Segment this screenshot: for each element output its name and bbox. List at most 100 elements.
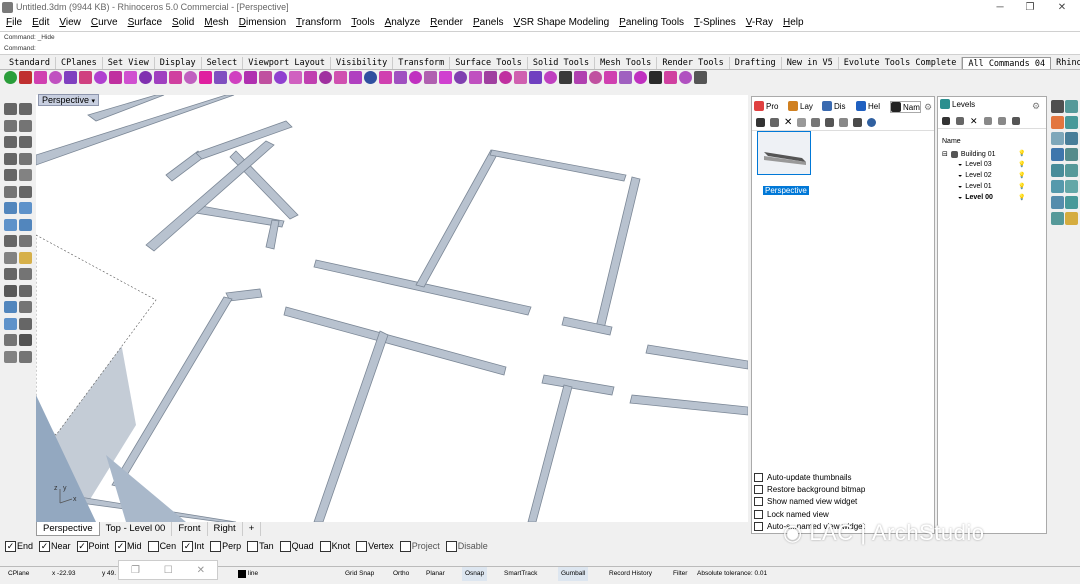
eye-icon[interactable] <box>839 118 849 127</box>
option-checkbox[interactable] <box>754 497 763 507</box>
toolbar-tab-select[interactable]: Select <box>202 57 244 69</box>
option-restore-background-bitmap[interactable]: Restore background bitmap <box>754 485 865 495</box>
layer-item[interactable]: ◒ Level 02 <box>958 172 992 179</box>
edit-view-icon[interactable] <box>770 118 779 127</box>
new-sublayer-icon[interactable] <box>956 117 964 125</box>
project-icon[interactable] <box>334 71 347 84</box>
sync-icon[interactable] <box>825 118 835 127</box>
menu-tools[interactable]: Tools <box>351 16 374 30</box>
close-icon[interactable]: ✕ <box>197 565 205 576</box>
home-icon[interactable] <box>1051 164 1064 177</box>
menu-surface[interactable]: Surface <box>128 16 162 30</box>
menu-vsr-shape-modeling[interactable]: VSR Shape Modeling <box>514 16 610 30</box>
render-icon[interactable] <box>4 350 17 363</box>
osnap-project[interactable]: Project <box>399 538 440 554</box>
layer-color-swatch[interactable] <box>238 570 246 578</box>
patch-icon[interactable] <box>214 71 227 84</box>
osnap-cen[interactable]: Cen <box>147 538 176 554</box>
lock-icon[interactable] <box>649 71 662 84</box>
osnap-disable[interactable]: Disable <box>445 538 488 554</box>
osnap-disable-checkbox[interactable] <box>445 541 457 553</box>
osnap-quad-checkbox[interactable] <box>279 541 291 553</box>
twist-icon[interactable] <box>499 71 512 84</box>
join-icon[interactable] <box>4 268 17 280</box>
rotate-icon[interactable] <box>409 71 422 84</box>
layer-item[interactable]: ◒ Level 03 <box>958 161 992 168</box>
toolbar-tab-viewport-layout[interactable]: Viewport Layout <box>243 57 332 69</box>
shell-icon[interactable] <box>274 71 287 84</box>
rhino-app-icon[interactable] <box>2 2 13 13</box>
lightbulb-icon[interactable]: 💡 <box>1018 173 1025 179</box>
analyze-icon[interactable] <box>694 71 707 84</box>
levels-tab[interactable]: Levels <box>940 99 976 109</box>
cage-icon[interactable] <box>544 71 557 84</box>
extrude-icon[interactable] <box>94 71 107 84</box>
polygon-icon[interactable] <box>19 152 32 165</box>
layout-icon[interactable] <box>1065 132 1078 145</box>
material-icon[interactable] <box>574 71 587 84</box>
extrude-icon[interactable] <box>19 218 32 231</box>
osnap-near-checkbox[interactable]: ✓ <box>39 541 51 553</box>
camera-icon[interactable] <box>604 71 617 84</box>
select-icon[interactable] <box>4 103 17 115</box>
toolbar-tab-cplanes[interactable]: CPlanes <box>56 57 103 69</box>
toolbar-tab-transform[interactable]: Transform <box>393 57 451 69</box>
toolbar-tab-rhinovault[interactable]: RhinoVAULT <box>1051 57 1080 69</box>
osnap-perp[interactable]: Perp <box>210 538 241 554</box>
menu-help[interactable]: Help <box>783 16 804 30</box>
layer-item[interactable]: ◒ Level 00 <box>958 194 993 201</box>
menu-transform[interactable]: Transform <box>296 16 341 30</box>
network-icon[interactable] <box>199 71 212 84</box>
unroll-icon[interactable] <box>319 71 332 84</box>
shape-icon[interactable] <box>1065 148 1078 161</box>
dimension-icon[interactable] <box>4 301 17 313</box>
render-icon[interactable] <box>559 71 572 84</box>
move-icon[interactable] <box>439 71 452 84</box>
move-down-icon[interactable] <box>997 117 1006 125</box>
option-checkbox[interactable] <box>754 473 763 482</box>
lightbulb-icon[interactable]: 💡 <box>1018 184 1025 190</box>
panel-tab-lay[interactable]: Lay <box>788 101 813 111</box>
option-show-named-view-widget[interactable]: Show named view widget <box>754 497 857 507</box>
option-auto-update-thumbnails[interactable]: Auto-update thumbnails <box>754 473 852 482</box>
eye-icon[interactable]: ◒ <box>958 194 962 201</box>
fillet-icon[interactable] <box>109 71 122 84</box>
panel-tab-pro[interactable]: Pro <box>754 101 778 111</box>
osnap-point[interactable]: ✓ Point <box>76 538 109 554</box>
help-icon[interactable] <box>867 118 877 127</box>
ramp-icon[interactable] <box>1065 212 1078 225</box>
viewport-tab-right[interactable]: Right <box>208 522 243 536</box>
menu-file[interactable]: File <box>6 16 22 30</box>
box-icon[interactable] <box>1051 132 1064 145</box>
grid-icon[interactable] <box>4 334 17 346</box>
copy-icon[interactable] <box>454 71 467 84</box>
chevron-down-icon[interactable]: ▾ <box>92 98 96 105</box>
offset-curve-icon[interactable] <box>19 185 32 198</box>
rebuild-icon[interactable] <box>184 71 197 84</box>
osnap-near[interactable]: ✓ Near <box>39 538 71 554</box>
boolean-icon[interactable] <box>259 71 272 84</box>
helix-icon[interactable] <box>19 169 32 181</box>
viewport-tab-top-level-00[interactable]: Top - Level 00 <box>100 522 173 536</box>
arc-icon[interactable] <box>19 136 32 148</box>
explode-icon[interactable] <box>139 71 152 84</box>
circle-icon[interactable] <box>4 136 17 148</box>
menu-render[interactable]: Render <box>430 16 463 30</box>
named-view-thumbnail[interactable] <box>757 131 811 175</box>
option-checkbox[interactable] <box>754 509 763 519</box>
toolbar-tab-standard[interactable]: Standard <box>4 57 56 69</box>
osnap-perp-checkbox[interactable] <box>210 541 222 553</box>
menu-analyze[interactable]: Analyze <box>385 16 421 30</box>
expand-icon[interactable]: ⊟ <box>942 150 948 158</box>
blend-icon[interactable] <box>229 71 242 84</box>
layer-item[interactable]: ⊟ Building 01 <box>942 150 996 158</box>
restore-icon[interactable]: ❐ <box>131 565 140 576</box>
polyline-icon[interactable] <box>4 119 17 132</box>
taper-icon[interactable] <box>529 71 542 84</box>
curve-icon[interactable] <box>19 119 32 132</box>
box-icon[interactable] <box>4 202 17 214</box>
toolbar-tab-all-commands-04[interactable]: All Commands 04 <box>962 57 1052 69</box>
lightbulb-icon[interactable]: 💡 <box>1018 151 1025 157</box>
osnap-tan-checkbox[interactable] <box>247 541 259 553</box>
split-icon[interactable] <box>19 235 32 247</box>
